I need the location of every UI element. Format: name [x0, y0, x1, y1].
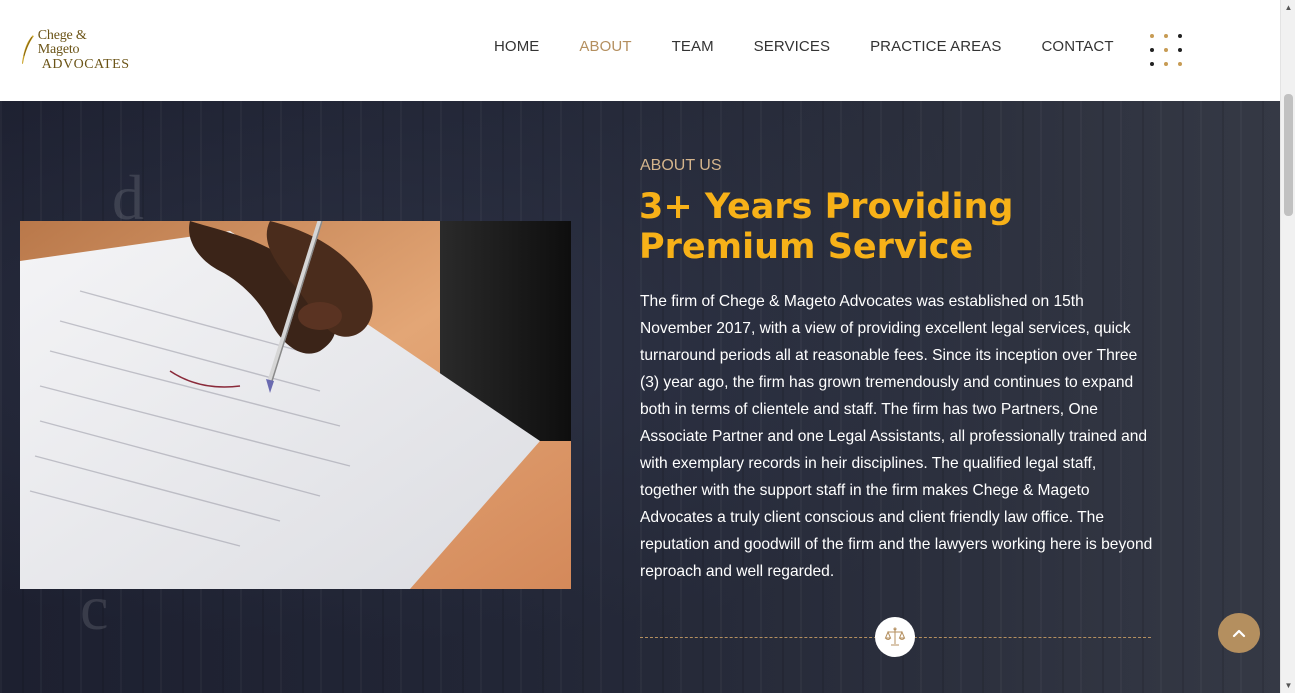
hand-signing-document-photo [20, 221, 571, 589]
nav-contact[interactable]: CONTACT [1042, 38, 1114, 55]
menu-dot [1164, 34, 1168, 38]
logo-text: Chege & Mageto ADVOCATES [37, 27, 130, 72]
site-header: Chege & Mageto ADVOCATES HOME ABOUT TEAM… [0, 0, 1280, 101]
about-description: The firm of Chege & Mageto Advocates was… [640, 293, 1153, 580]
logo-line1: Chege & Mageto [37, 27, 87, 57]
menu-dot [1150, 34, 1154, 38]
scroll-up-arrow-icon[interactable]: ▲ [1281, 0, 1295, 15]
page-scrollbar[interactable]: ▲ ▼ [1280, 0, 1295, 693]
chevron-up-icon [1232, 629, 1246, 638]
menu-dot [1164, 62, 1168, 66]
nav-home[interactable]: HOME [494, 38, 539, 55]
scales-of-justice-icon [884, 627, 906, 646]
nav-practice-areas[interactable]: PRACTICE AREAS [870, 38, 1001, 55]
quill-icon [21, 35, 34, 64]
logo[interactable]: Chege & Mageto ADVOCATES [20, 28, 130, 71]
menu-dot [1164, 48, 1168, 52]
signing-illustration [20, 221, 571, 589]
menu-dot [1178, 34, 1182, 38]
menu-dot [1178, 48, 1182, 52]
main-nav: HOME ABOUT TEAM SERVICES PRACTICE AREAS … [474, 38, 1134, 55]
nav-team[interactable]: TEAM [672, 38, 714, 55]
section-label: ABOUT US [640, 157, 722, 174]
menu-dot [1150, 48, 1154, 52]
scroll-down-arrow-icon[interactable]: ▼ [1281, 678, 1295, 693]
scroll-thumb[interactable] [1284, 94, 1293, 216]
dots-grid-icon[interactable] [1148, 32, 1188, 68]
menu-dot [1178, 62, 1182, 66]
section-title: 3+ Years Providing Premium Service [639, 187, 1014, 267]
nav-about[interactable]: ABOUT [579, 38, 631, 55]
back-to-top-button[interactable] [1218, 613, 1260, 653]
nav-services[interactable]: SERVICES [754, 38, 830, 55]
menu-dot [1150, 62, 1154, 66]
divider-badge [875, 617, 915, 657]
logo-line2: ADVOCATES [41, 56, 130, 72]
about-section: d c ABOUT US 3+ Years Providing Premium … [0, 101, 1280, 693]
